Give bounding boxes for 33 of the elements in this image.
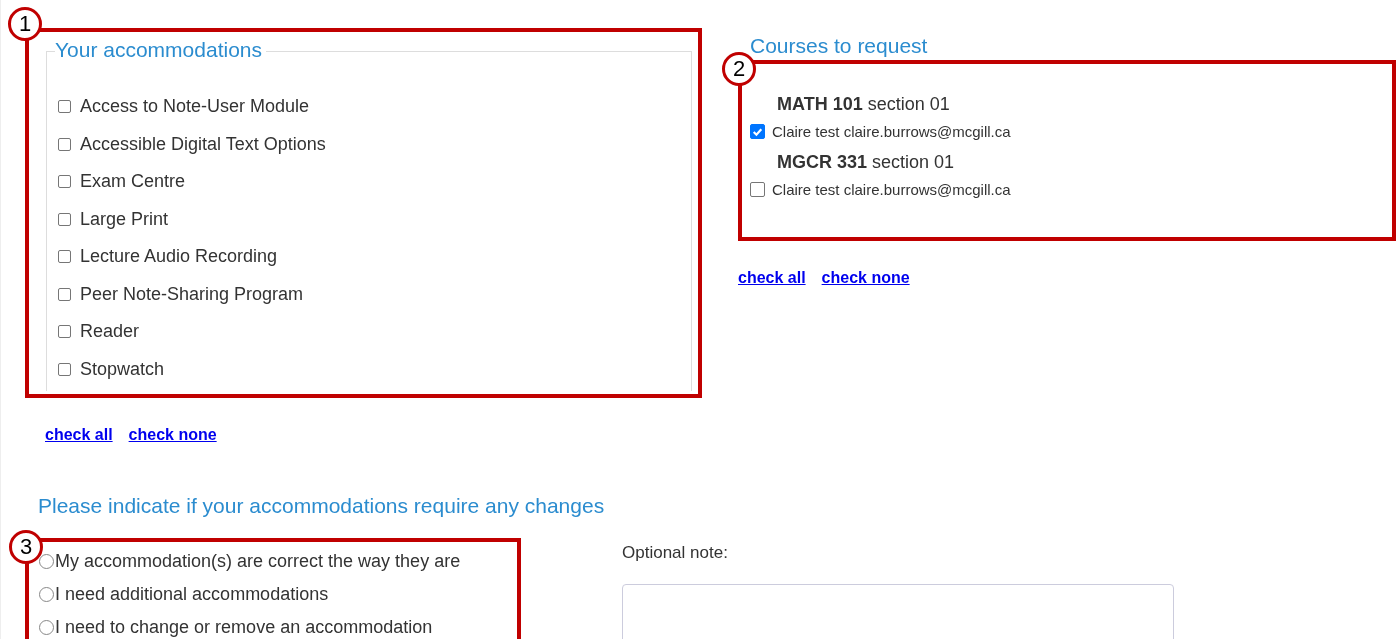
number-badge: 3 [9,530,43,564]
link[interactable]: check all [45,426,113,444]
checkbox-label: Accessible Digital Text Options [80,133,326,155]
checkbox[interactable] [58,175,71,189]
radio-label: I need to change or remove an accommodation [55,617,433,638]
checkbox-label: Claire test claire.burrows@mcgill.ca [772,123,1011,140]
checkbox[interactable] [58,250,71,264]
course-heading: MATH 101 section 01 [777,94,950,115]
checkbox[interactable] [58,325,71,339]
checkbox[interactable] [750,182,765,197]
checkbox[interactable] [58,362,71,376]
checkbox-label: Stopwatch [80,358,165,380]
checkbox-label: Reader [80,321,140,343]
link[interactable]: check none [128,426,217,444]
link[interactable]: check none [821,269,910,287]
course-heading: MGCR 331 section 01 [777,152,955,173]
checkbox-label: Exam Centre [80,171,186,193]
checkbox-label: Access to Note-User Module [80,96,310,118]
checkbox-label: Lecture Audio Recording [80,246,278,268]
link[interactable]: check all [738,269,806,287]
number-badge: 1 [8,7,42,41]
number-badge: 2 [722,52,756,86]
radio-label: My accommodation(s) are correct the way they are [55,551,461,572]
checkbox[interactable] [58,137,71,151]
checkbox[interactable] [58,212,71,226]
checkbox[interactable] [750,124,765,139]
checkbox-label: Claire test claire.burrows@mcgill.ca [772,181,1011,198]
checkbox[interactable] [58,100,71,114]
checkbox-label: Large Print [80,208,169,230]
checkbox[interactable] [58,287,71,301]
radio-label: I need additional accommodations [55,584,329,605]
field-label: Optional note: [622,543,729,563]
checkbox-label: Peer Note-Sharing Program [80,283,304,305]
